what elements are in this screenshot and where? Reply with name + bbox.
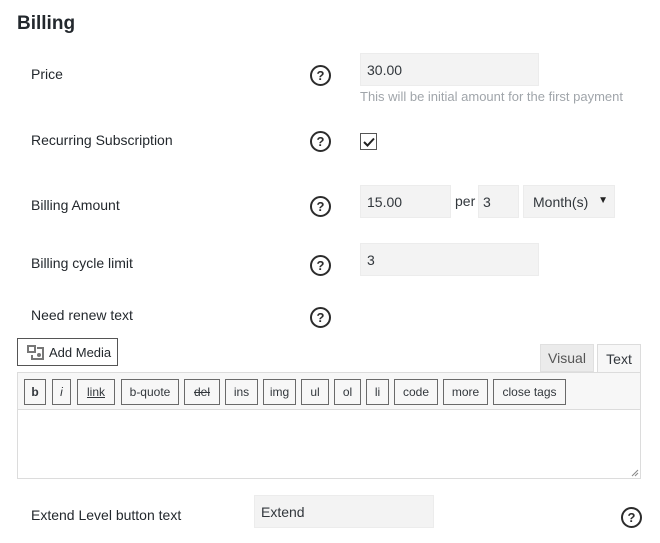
add-media-button[interactable]: Add Media <box>17 338 118 366</box>
del-button[interactable]: del <box>184 379 220 405</box>
blockquote-button[interactable]: b-quote <box>121 379 179 405</box>
resize-handle-icon[interactable] <box>631 469 639 477</box>
billing-amount-input[interactable]: 15.00 <box>360 185 451 218</box>
more-button[interactable]: more <box>443 379 488 405</box>
tab-visual[interactable]: Visual <box>540 344 594 372</box>
help-glyph: ? <box>316 134 325 149</box>
billing-amount-label: Billing Amount <box>31 197 120 213</box>
help-glyph: ? <box>627 510 636 525</box>
price-label: Price <box>31 66 63 82</box>
price-input[interactable]: 30.00 <box>360 53 539 86</box>
link-button[interactable]: link <box>77 379 115 405</box>
period-unit-select[interactable]: Month(s) ▼ <box>523 185 615 218</box>
recurring-help-icon[interactable]: ? <box>310 131 331 152</box>
code-button[interactable]: code <box>394 379 438 405</box>
extend-help-icon[interactable]: ? <box>621 507 642 528</box>
dropdown-arrow-icon: ▼ <box>598 195 608 206</box>
per-label: per <box>455 193 476 209</box>
renew-text-label: Need renew text <box>31 307 133 323</box>
help-glyph: ? <box>316 199 325 214</box>
checkmark-icon <box>362 137 375 147</box>
price-hint: This will be initial amount for the firs… <box>360 89 623 104</box>
renew-text-textarea[interactable] <box>17 409 641 479</box>
renew-text-help-icon[interactable]: ? <box>310 307 331 328</box>
section-title: Billing <box>17 13 76 34</box>
billing-amount-help-icon[interactable]: ? <box>310 196 331 217</box>
ol-button[interactable]: ol <box>334 379 361 405</box>
period-unit-value: Month(s) <box>533 193 589 210</box>
period-count-input[interactable]: 3 <box>478 185 519 218</box>
img-button[interactable]: img <box>263 379 296 405</box>
cycle-limit-input[interactable]: 3 <box>360 243 539 276</box>
recurring-checkbox[interactable] <box>360 133 377 150</box>
close-tags-button[interactable]: close tags <box>493 379 566 405</box>
price-help-icon[interactable]: ? <box>310 65 331 86</box>
li-button[interactable]: li <box>366 379 389 405</box>
cycle-limit-label: Billing cycle limit <box>31 255 133 271</box>
extend-label: Extend Level button text <box>31 507 182 523</box>
italic-button[interactable]: i <box>52 379 71 405</box>
help-glyph: ? <box>316 68 325 83</box>
extend-input[interactable]: Extend <box>254 495 434 528</box>
ul-button[interactable]: ul <box>301 379 329 405</box>
help-glyph: ? <box>316 258 325 273</box>
bold-button[interactable]: b <box>24 379 46 405</box>
recurring-label: Recurring Subscription <box>31 132 173 148</box>
cycle-limit-help-icon[interactable]: ? <box>310 255 331 276</box>
ins-button[interactable]: ins <box>225 379 258 405</box>
editor-toolbar: b i link b-quote del ins img ul ol li co… <box>17 372 641 410</box>
media-icon <box>27 345 44 360</box>
help-glyph: ? <box>316 310 325 325</box>
add-media-label: Add Media <box>49 344 112 360</box>
tab-text[interactable]: Text <box>597 344 641 373</box>
